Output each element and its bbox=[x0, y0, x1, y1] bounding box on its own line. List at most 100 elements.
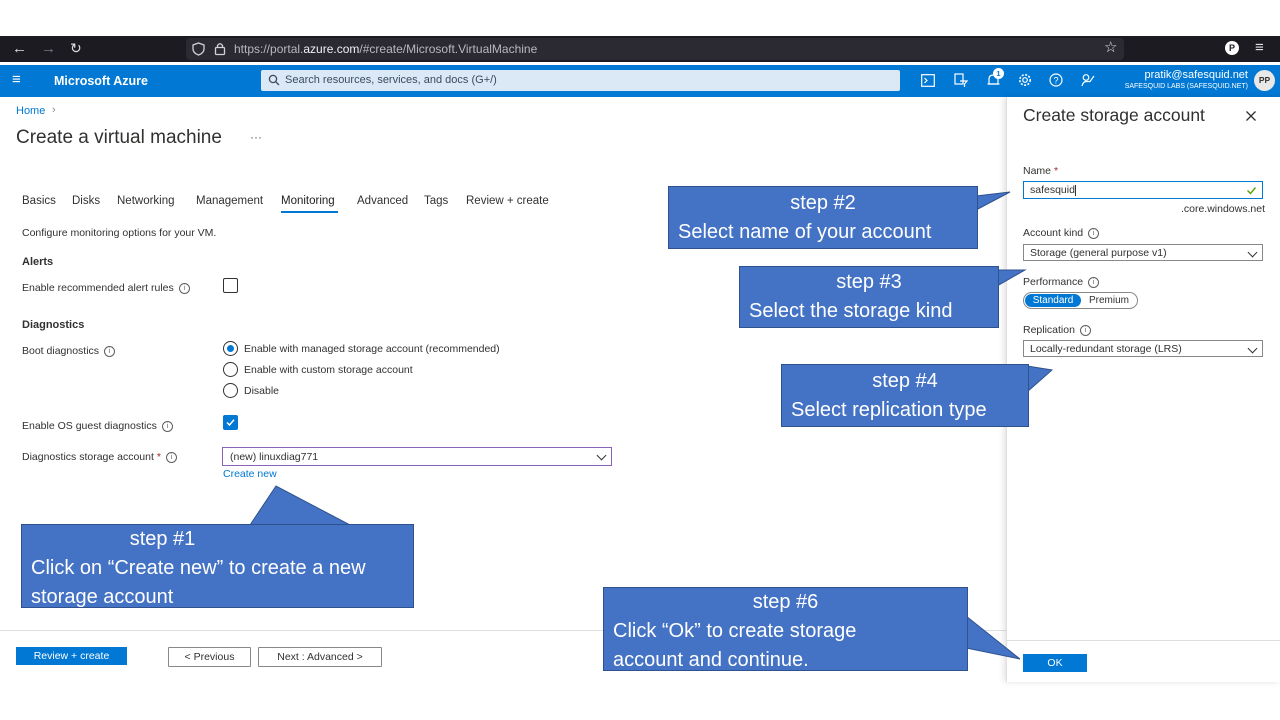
tab-networking[interactable]: Networking bbox=[117, 195, 175, 207]
diag-storage-label: Diagnostics storage account * i bbox=[22, 451, 177, 463]
reload-icon[interactable]: ↻ bbox=[70, 40, 82, 57]
profile-icon[interactable]: P bbox=[1225, 41, 1239, 55]
tab-management[interactable]: Management bbox=[196, 195, 263, 207]
step6-line2: account and continue. bbox=[613, 649, 809, 671]
info-icon[interactable]: i bbox=[104, 345, 116, 357]
notification-badge: 1 bbox=[993, 68, 1004, 79]
info-icon[interactable]: i bbox=[178, 282, 190, 294]
account-kind-value: Storage (general purpose v1) bbox=[1030, 247, 1167, 259]
address-bar[interactable]: https://portal.azure.com/#create/Microso… bbox=[186, 38, 1124, 60]
info-icon[interactable]: i bbox=[165, 451, 177, 463]
previous-button[interactable]: < Previous bbox=[168, 647, 251, 667]
tab-advanced[interactable]: Advanced bbox=[357, 195, 408, 207]
forward-icon[interactable]: → bbox=[41, 40, 56, 57]
step1-line2: storage account bbox=[31, 586, 174, 608]
user-email[interactable]: pratik@safesquid.net bbox=[1144, 69, 1248, 81]
storage-name-input[interactable]: safesquid bbox=[1023, 181, 1263, 199]
close-icon[interactable] bbox=[1245, 110, 1257, 122]
tab-monitoring[interactable]: Monitoring bbox=[281, 195, 335, 207]
perf-premium-option[interactable]: Premium bbox=[1082, 294, 1136, 307]
diag-storage-dropdown[interactable]: (new) linuxdiag771 bbox=[222, 447, 612, 466]
portal-menu-icon[interactable]: ≡ bbox=[12, 71, 21, 88]
text-cursor bbox=[1074, 184, 1076, 196]
boot-custom-label[interactable]: Enable with custom storage account bbox=[244, 364, 413, 376]
more-options-icon[interactable]: ··· bbox=[250, 130, 262, 144]
step3-line1: Select the storage kind bbox=[749, 300, 953, 322]
perf-standard-option[interactable]: Standard bbox=[1025, 294, 1081, 307]
step3-callout: step #3 Select the storage kind bbox=[739, 266, 999, 328]
boot-managed-label[interactable]: Enable with managed storage account (rec… bbox=[244, 343, 500, 355]
search-box[interactable]: Search resources, services, and docs (G+… bbox=[261, 70, 900, 91]
tab-basics[interactable]: Basics bbox=[22, 195, 56, 207]
os-guest-checkbox[interactable] bbox=[223, 415, 238, 430]
step2-title: step #2 bbox=[790, 192, 856, 214]
replication-label: Replication i bbox=[1023, 324, 1091, 336]
step6-title: step #6 bbox=[752, 591, 819, 613]
step1-line1: Click on “Create new” to create a new bbox=[31, 557, 366, 579]
avatar[interactable]: PP bbox=[1254, 70, 1275, 91]
step6-line1: Click “Ok” to create storage bbox=[613, 620, 857, 642]
diag-storage-value: (new) linuxdiag771 bbox=[230, 451, 319, 463]
alert-rules-label: Enable recommended alert rules i bbox=[22, 282, 190, 294]
tab-tags[interactable]: Tags bbox=[424, 195, 448, 207]
name-suffix: .core.windows.net bbox=[1180, 203, 1265, 215]
step2-line1: Select name of your account bbox=[678, 221, 932, 243]
next-advanced-button[interactable]: Next : Advanced > bbox=[258, 647, 382, 667]
cloud-shell-icon[interactable] bbox=[921, 74, 935, 87]
alert-rules-checkbox[interactable] bbox=[223, 278, 238, 293]
review-create-button[interactable]: Review + create bbox=[16, 647, 127, 665]
create-storage-panel: Create storage account Name * safesquid … bbox=[1006, 97, 1280, 682]
breadcrumb-chevron-icon: › bbox=[52, 104, 56, 116]
radio-selected-dot bbox=[227, 345, 234, 352]
boot-disable-radio[interactable] bbox=[223, 383, 238, 398]
name-label: Name * bbox=[1023, 165, 1059, 177]
boot-disable-label[interactable]: Disable bbox=[244, 385, 279, 397]
os-guest-diagnostics-label: Enable OS guest diagnostics i bbox=[22, 420, 173, 432]
feedback-icon[interactable] bbox=[1081, 73, 1096, 87]
ok-button[interactable]: OK bbox=[1023, 654, 1087, 672]
azure-header: ≡ Microsoft Azure Search resources, serv… bbox=[0, 65, 1280, 97]
monitoring-description: Configure monitoring options for your VM… bbox=[22, 227, 217, 239]
url-text: https://portal.azure.com/#create/Microso… bbox=[234, 42, 538, 56]
info-icon[interactable]: i bbox=[1079, 324, 1091, 336]
info-icon[interactable]: i bbox=[1088, 227, 1100, 239]
step1-pointer bbox=[249, 485, 351, 526]
boot-custom-radio[interactable] bbox=[223, 362, 238, 377]
create-new-link[interactable]: Create new bbox=[223, 468, 277, 480]
lock-icon bbox=[214, 43, 226, 56]
svg-text:?: ? bbox=[1053, 76, 1058, 86]
search-input[interactable]: Search resources, services, and docs (G+… bbox=[285, 74, 497, 86]
chevron-down-icon bbox=[596, 450, 607, 461]
replication-dropdown[interactable]: Locally-redundant storage (LRS) bbox=[1023, 340, 1263, 357]
bookmark-star-icon[interactable]: ☆ bbox=[1104, 38, 1117, 56]
replication-value: Locally-redundant storage (LRS) bbox=[1030, 343, 1182, 355]
tab-review-create[interactable]: Review + create bbox=[466, 195, 549, 207]
performance-toggle: Standard Premium bbox=[1023, 292, 1138, 309]
help-icon[interactable]: ? bbox=[1049, 73, 1063, 87]
account-kind-dropdown[interactable]: Storage (general purpose v1) bbox=[1023, 244, 1263, 261]
tab-disks[interactable]: Disks bbox=[72, 195, 100, 207]
panel-title: Create storage account bbox=[1023, 105, 1205, 125]
panel-footer-divider bbox=[1007, 640, 1280, 641]
settings-gear-icon[interactable] bbox=[1018, 73, 1032, 87]
menu-icon[interactable]: ≡ bbox=[1255, 39, 1264, 56]
shield-icon bbox=[192, 42, 205, 56]
step3-title: step #3 bbox=[836, 271, 902, 293]
directory-filter-icon[interactable] bbox=[954, 73, 968, 88]
step4-title: step #4 bbox=[872, 370, 938, 392]
user-org: SAFESQUID LABS (SAFESQUID.NET) bbox=[1124, 83, 1248, 90]
active-tab-indicator bbox=[281, 211, 338, 213]
breadcrumb-home[interactable]: Home bbox=[16, 105, 45, 117]
back-icon[interactable]: ← bbox=[12, 40, 27, 57]
info-icon[interactable]: i bbox=[1088, 276, 1100, 288]
page-title: Create a virtual machine bbox=[16, 127, 222, 148]
azure-brand[interactable]: Microsoft Azure bbox=[54, 74, 148, 88]
search-icon bbox=[268, 74, 280, 86]
boot-managed-radio[interactable] bbox=[223, 341, 238, 356]
performance-label: Performance i bbox=[1023, 276, 1100, 288]
info-icon[interactable]: i bbox=[161, 420, 173, 432]
step1-title: step #1 bbox=[129, 528, 196, 550]
step6-callout: step #6 Click “Ok” to create storage acc… bbox=[603, 587, 968, 671]
chevron-down-icon bbox=[1247, 343, 1258, 354]
diagnostics-heading: Diagnostics bbox=[22, 319, 85, 331]
